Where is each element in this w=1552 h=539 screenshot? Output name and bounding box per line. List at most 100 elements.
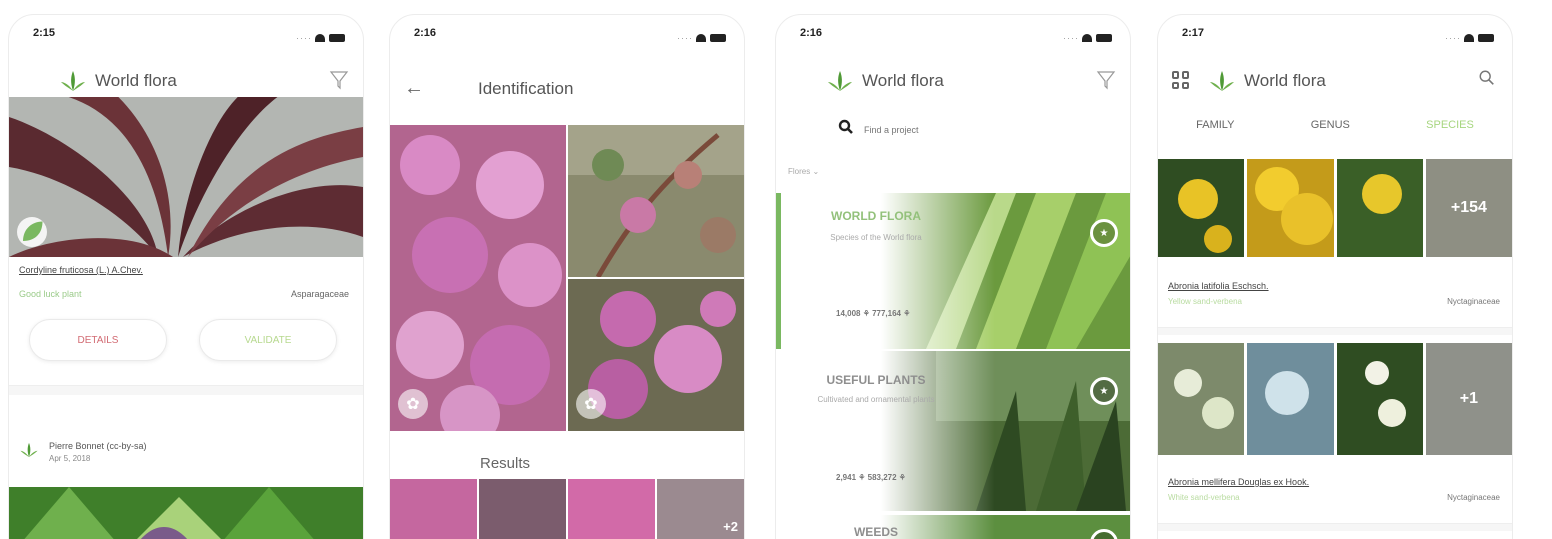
app-bar: World flora: [9, 67, 363, 97]
species-family: Nyctaginaceae: [1447, 493, 1500, 502]
wifi-icon: [1082, 33, 1092, 42]
screen-title: Identification: [478, 79, 574, 98]
plant-logo-icon: [1208, 70, 1236, 92]
status-icons: ····: [1063, 29, 1112, 47]
divider: [1158, 523, 1512, 531]
phone-screen-observation: 2:15 ···· World flora Cordyline fruticos…: [8, 14, 364, 539]
filter-icon[interactable]: [329, 69, 349, 91]
favorite-star-icon[interactable]: ★: [1090, 219, 1118, 247]
more-photos-count: +154: [1450, 199, 1487, 216]
species-scientific-name[interactable]: Abronia latifolia Eschsch.: [1168, 281, 1269, 291]
tab-genus[interactable]: GENUS: [1311, 119, 1350, 143]
app-bar: ← Identification: [390, 67, 744, 100]
species-photo[interactable]: [1158, 159, 1245, 257]
query-photo-branch[interactable]: [568, 125, 744, 277]
phone-screen-identification: 2:16 ···· ← Identification ✿ ✿ Results +…: [389, 14, 745, 539]
species-photo[interactable]: [1336, 343, 1423, 455]
app-title: World flora: [1244, 71, 1326, 90]
project-card-weeds[interactable]: WEEDS ★: [776, 515, 1130, 539]
app-title: World flora: [95, 71, 177, 90]
plant-logo-icon: [59, 70, 87, 92]
result-thumbnail[interactable]: [568, 479, 655, 539]
status-bar: 2:16 ····: [776, 15, 1130, 51]
favorite-star-icon[interactable]: ★: [1090, 377, 1118, 405]
wifi-icon: [315, 33, 325, 42]
observation-date: Apr 5, 2018: [49, 454, 91, 463]
status-icons: ····: [677, 29, 726, 47]
divider: [9, 385, 363, 395]
species-photo-strip: +154: [1158, 159, 1512, 257]
plant-logo-icon: [19, 442, 39, 463]
species-photo[interactable]: +1: [1425, 343, 1512, 455]
flora-filter-label: Flores: [788, 167, 811, 176]
species-common-name: White sand-verbena: [1168, 493, 1240, 502]
status-bar: 2:16 ····: [390, 15, 744, 51]
species-photo[interactable]: [1336, 159, 1423, 257]
tab-family[interactable]: FAMILY: [1196, 119, 1234, 143]
observation-photo[interactable]: [9, 97, 363, 257]
details-button[interactable]: DETAILS: [29, 319, 167, 361]
species-photo[interactable]: [1158, 343, 1245, 455]
status-time: 2:17: [1182, 27, 1205, 39]
species-family: Nyctaginaceae: [1447, 297, 1500, 306]
observation-author-row[interactable]: Pierre Bonnet (cc-by-sa) Apr 5, 2018: [19, 441, 147, 463]
brand[interactable]: World flora: [826, 70, 944, 92]
observation-photo[interactable]: [9, 487, 363, 539]
search-icon[interactable]: [1478, 69, 1498, 91]
leaf-organ-icon: [17, 217, 47, 247]
search-icon: [838, 119, 854, 140]
project-card-world-flora[interactable]: WORLD FLORA Species of the World flora 1…: [776, 193, 1130, 349]
tab-species[interactable]: SPECIES: [1426, 119, 1474, 143]
filter-icon[interactable]: [1096, 69, 1116, 91]
status-icons: ····: [296, 29, 345, 47]
project-search[interactable]: [838, 119, 1064, 140]
species-scientific-name[interactable]: Abronia mellifera Douglas ex Hook.: [1168, 477, 1309, 487]
battery-icon: [1478, 33, 1494, 42]
author-name: Pierre Bonnet (cc-by-sa): [49, 441, 147, 451]
wifi-icon: [696, 33, 706, 42]
species-family: Asparagaceae: [290, 289, 349, 299]
species-photo[interactable]: [1247, 159, 1334, 257]
result-thumbnail[interactable]: [390, 479, 477, 539]
phone-screen-projects: 2:16 ···· World flora Flores ⌄ WORL: [775, 14, 1131, 539]
validate-button[interactable]: VALIDATE: [199, 319, 337, 361]
query-photo-flower[interactable]: ✿: [390, 125, 566, 431]
status-time: 2:16: [414, 27, 437, 39]
species-common-name: Good luck plant: [19, 289, 82, 299]
flower-organ-icon: ✿: [576, 389, 606, 419]
divider: [1158, 327, 1512, 335]
search-input[interactable]: [864, 124, 1064, 135]
chevron-down-icon: ⌄: [812, 167, 820, 176]
species-photo[interactable]: +154: [1425, 159, 1512, 257]
more-results-count: +2: [723, 519, 738, 534]
battery-icon: [1096, 33, 1112, 42]
grid-view-icon[interactable]: [1172, 71, 1190, 89]
species-photo[interactable]: [1247, 343, 1334, 455]
flora-filter-dropdown[interactable]: Flores ⌄: [788, 167, 819, 176]
flower-organ-icon: ✿: [398, 389, 428, 419]
species-scientific-name[interactable]: Cordyline fruticosa (L.) A.Chev.: [19, 265, 143, 275]
app-bar: World flora: [1158, 67, 1512, 97]
project-stats: 14,008 ⚘ 777,164 ⚘: [836, 309, 911, 318]
status-bar: 2:15 ····: [9, 15, 363, 51]
project-subtitle: Species of the World flora: [830, 233, 922, 242]
more-photos-count: +1: [1459, 390, 1478, 407]
taxonomy-tabs: FAMILY GENUS SPECIES: [1158, 119, 1512, 143]
plant-logo-icon: [826, 70, 854, 92]
status-time: 2:15: [33, 27, 56, 39]
brand[interactable]: World flora: [1208, 70, 1326, 92]
status-icons: ····: [1445, 29, 1494, 47]
project-title: WEEDS: [853, 525, 898, 539]
project-title: WORLD FLORA: [831, 209, 921, 223]
status-time: 2:16: [800, 27, 823, 39]
app-bar: World flora: [776, 67, 1130, 97]
species-photo-strip: +1: [1158, 343, 1512, 455]
result-thumbnail[interactable]: [479, 479, 566, 539]
project-card-useful-plants[interactable]: USEFUL PLANTS Cultivated and ornamental …: [776, 351, 1130, 511]
back-arrow-icon[interactable]: ←: [404, 77, 424, 100]
query-photo-cluster[interactable]: ✿: [568, 279, 744, 431]
result-thumbnail[interactable]: +2: [657, 479, 744, 539]
brand[interactable]: World flora: [59, 70, 177, 92]
result-thumbnails: +2: [390, 479, 744, 539]
project-stats: 2,941 ⚘ 583,272 ⚘: [836, 473, 906, 482]
